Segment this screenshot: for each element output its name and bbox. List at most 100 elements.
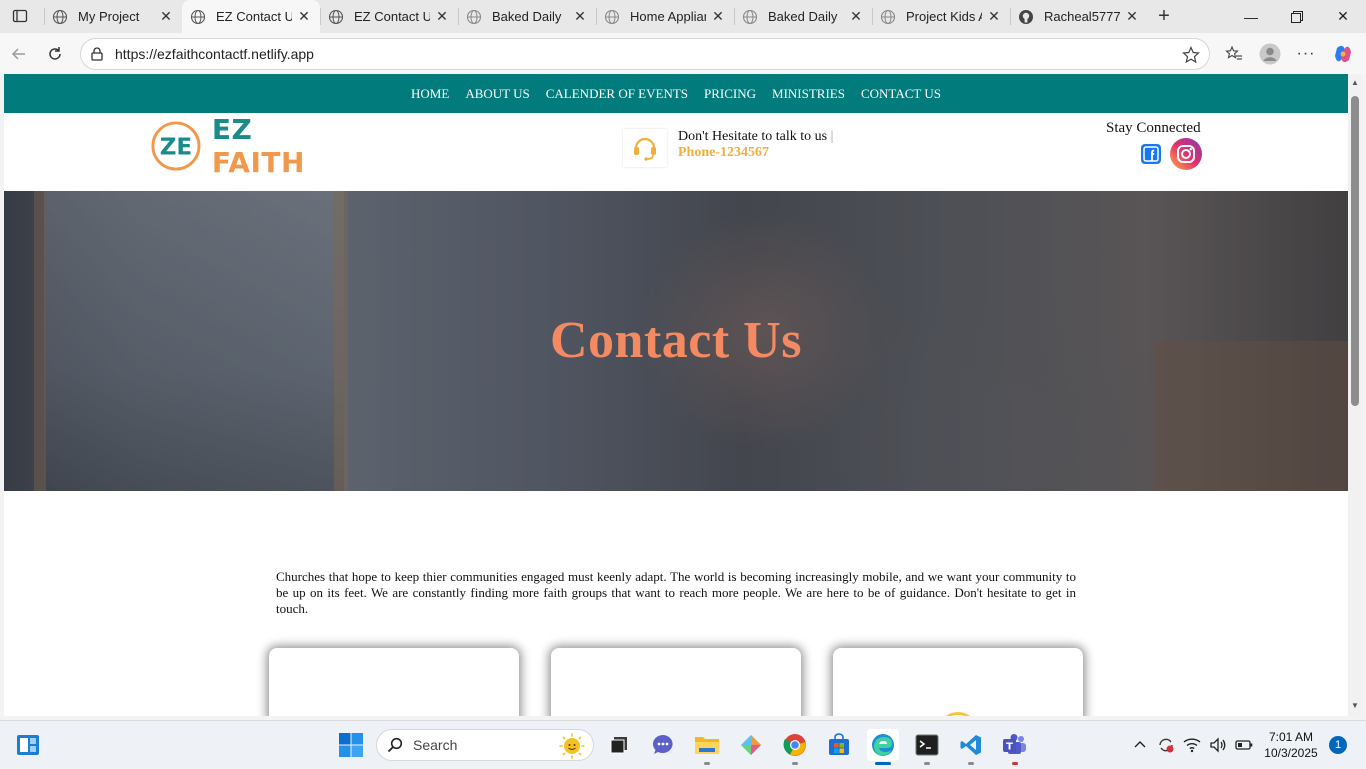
weather-sun-icon: [559, 733, 585, 759]
taskbar-task-view[interactable]: [603, 729, 635, 761]
scroll-down-arrow-icon[interactable]: ▼: [1350, 700, 1360, 710]
close-tab-icon[interactable]: ✕: [296, 8, 312, 25]
tab-project-kids[interactable]: Project Kids A ✕: [872, 0, 1010, 33]
facebook-icon[interactable]: [1141, 144, 1161, 164]
taskbar-file-explorer[interactable]: [691, 729, 723, 765]
back-button[interactable]: [4, 40, 34, 68]
restore-icon: [1291, 10, 1303, 23]
globe-icon: [742, 9, 758, 25]
tab-ez-contact-us-active[interactable]: EZ Contact Us ✕: [182, 0, 320, 33]
tab-github-repo[interactable]: Racheal5777/E ✕: [1010, 0, 1148, 33]
close-tab-icon[interactable]: ✕: [158, 8, 174, 25]
nav-pricing[interactable]: PRICING: [704, 86, 756, 102]
store-icon: [829, 733, 849, 755]
logo-word-ez: EZ: [211, 112, 253, 146]
contact-card-2: [551, 648, 801, 716]
contact-prompt: Don't Hesitate to talk to us |: [678, 129, 834, 144]
site-logo[interactable]: ZE EZ FAITH: [150, 113, 350, 179]
wifi-icon[interactable]: [1182, 735, 1202, 755]
tab-title: Racheal5777/E: [1044, 9, 1120, 24]
tab-baked-daily[interactable]: Baked Daily ✕: [458, 0, 596, 33]
phone-number[interactable]: Phone-1234567: [678, 145, 833, 161]
favorites-button[interactable]: [1219, 40, 1249, 68]
tab-home-appliances[interactable]: Home Applian ✕: [596, 0, 734, 33]
task-view-icon: [610, 737, 627, 754]
scrollbar-thumb[interactable]: [1351, 96, 1359, 406]
minimize-icon: —: [1244, 8, 1258, 25]
profile-button[interactable]: [1255, 40, 1285, 68]
taskbar-app-diamond[interactable]: [735, 729, 767, 761]
minimize-button[interactable]: —: [1228, 0, 1274, 33]
site-info-icon[interactable]: [89, 46, 109, 62]
tab-title: Home Applian: [630, 9, 706, 24]
sync-alert-icon[interactable]: [1156, 735, 1176, 755]
volume-icon[interactable]: [1208, 735, 1228, 755]
close-tab-icon[interactable]: ✕: [572, 8, 588, 25]
taskbar-clock[interactable]: 7:01 AM 10/3/2025: [1258, 729, 1324, 761]
notification-badge[interactable]: 1: [1329, 736, 1347, 754]
battery-icon[interactable]: [1234, 735, 1254, 755]
globe-icon: [880, 9, 896, 25]
card-icon: [938, 712, 978, 716]
hero-title: Contact Us: [550, 312, 802, 369]
taskbar: Search T 7:01 AM 10/3/2025 1: [0, 720, 1366, 768]
taskbar-store[interactable]: [823, 729, 855, 761]
taskbar-teams[interactable]: T: [999, 729, 1031, 765]
search-icon: [387, 737, 403, 753]
taskbar-vscode[interactable]: [955, 729, 987, 765]
taskbar-edge[interactable]: [867, 729, 899, 765]
widgets-icon[interactable]: [16, 733, 40, 757]
close-tab-icon[interactable]: ✕: [1124, 8, 1140, 25]
taskbar-terminal[interactable]: [911, 729, 943, 765]
address-bar[interactable]: https://ezfaithcontactf.netlify.app: [80, 38, 1210, 70]
start-windows-icon[interactable]: [338, 732, 364, 758]
copilot-button[interactable]: [1328, 40, 1358, 68]
url-text[interactable]: https://ezfaithcontactf.netlify.app: [115, 46, 314, 62]
contact-card-1: [269, 648, 519, 716]
refresh-button[interactable]: [40, 40, 70, 68]
new-tab-button[interactable]: +: [1150, 4, 1178, 28]
favorites-icon: [1225, 45, 1242, 60]
restore-button[interactable]: [1274, 0, 1320, 33]
nav-ministries[interactable]: MINISTRIES: [772, 86, 845, 102]
system-tray: [1130, 721, 1254, 769]
tab-title: Project Kids A: [906, 9, 982, 24]
scroll-up-arrow-icon[interactable]: ▲: [1350, 77, 1360, 87]
nav-about-us[interactable]: ABOUT US: [465, 86, 529, 102]
page-scrollbar[interactable]: ▲ ▼: [1348, 74, 1362, 716]
taskbar-chrome[interactable]: [779, 729, 811, 765]
close-tab-icon[interactable]: ✕: [434, 8, 450, 25]
instagram-icon[interactable]: [1170, 138, 1202, 170]
taskbar-chat[interactable]: [647, 729, 679, 761]
tab-title: Baked Daily: [492, 9, 562, 24]
site-header: ZE EZ FAITH Don't Hesitate to talk to us…: [4, 113, 1348, 191]
chat-icon: [652, 734, 673, 754]
nav-calender-of-events[interactable]: CALENDER OF EVENTS: [546, 86, 688, 102]
tab-my-project[interactable]: My Project ✕: [44, 0, 182, 33]
copilot-icon: [1335, 45, 1351, 63]
edge-icon: [872, 734, 894, 756]
tab-title: EZ Contact Us: [216, 9, 292, 24]
settings-more-button[interactable]: ···: [1291, 40, 1321, 68]
more-dots-icon: ···: [1296, 45, 1316, 62]
taskbar-search[interactable]: Search: [376, 729, 594, 761]
nav-contact-us[interactable]: CONTACT US: [861, 86, 941, 102]
terminal-icon: [915, 734, 939, 756]
folder-icon: [695, 737, 719, 754]
close-window-button[interactable]: ✕: [1320, 0, 1366, 33]
close-tab-icon[interactable]: ✕: [986, 8, 1002, 25]
close-tab-icon[interactable]: ✕: [848, 8, 864, 25]
close-icon: ✕: [1337, 8, 1349, 24]
logo-wordmark: EZ FAITH: [212, 113, 350, 179]
nav-home[interactable]: HOME: [411, 86, 449, 102]
tab-actions-button[interactable]: [6, 4, 34, 28]
globe-icon: [466, 9, 482, 25]
show-hidden-icons-chevron-icon[interactable]: [1130, 735, 1150, 755]
tab-title: EZ Contact Us: [354, 9, 430, 24]
close-tab-icon[interactable]: ✕: [710, 8, 726, 25]
tab-baked-daily-2[interactable]: Baked Daily ✕: [734, 0, 872, 33]
favorite-star-icon[interactable]: [1181, 45, 1201, 65]
globe-icon: [52, 9, 68, 25]
tab-ez-contact-us[interactable]: EZ Contact Us ✕: [320, 0, 458, 33]
clock-date: 10/3/2025: [1264, 746, 1318, 760]
